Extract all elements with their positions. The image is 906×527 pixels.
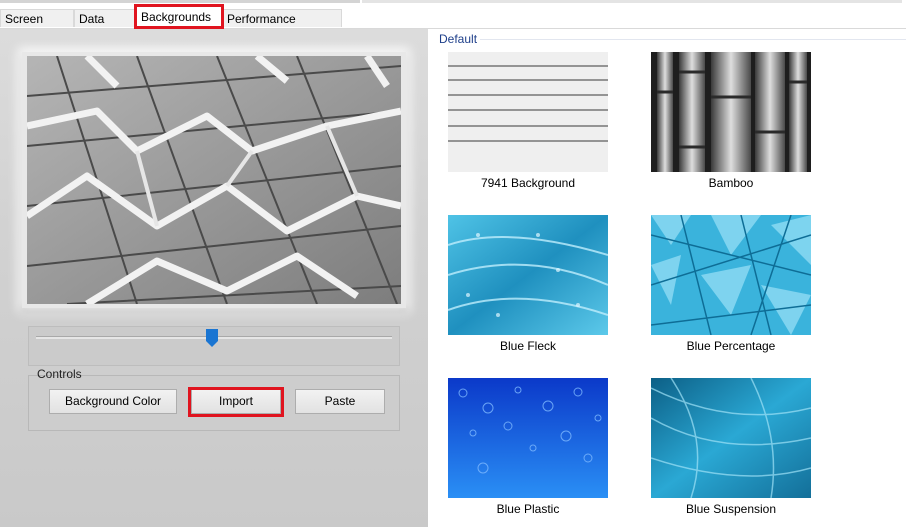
gallery-group-label: Default	[439, 32, 478, 46]
blue-plastic-image	[448, 378, 608, 498]
tab-strip: Screen View Data View Backgrounds Perfor…	[0, 6, 906, 44]
top-strip-segment	[0, 0, 360, 3]
thumbnail-label: Blue Fleck	[499, 339, 557, 353]
bamboo-image	[651, 52, 811, 172]
thumbnail-blue-fleck[interactable]	[448, 215, 608, 335]
thumbnail-label: Bamboo	[708, 176, 754, 190]
thumbnail-label: Blue Percentage	[686, 339, 776, 353]
background-color-button[interactable]: Background Color	[49, 389, 177, 414]
tab-backgrounds[interactable]: Backgrounds	[136, 6, 222, 28]
thumbnail-label: Blue Plastic	[496, 502, 560, 516]
controls-group-label: Controls	[37, 367, 82, 381]
tab-screen-view[interactable]: Screen View	[0, 9, 74, 44]
pavement-image	[27, 56, 401, 304]
blue-fleck-image	[448, 215, 608, 335]
thumbnail-label: Blue Suspension	[685, 502, 777, 516]
thumbnail-label: 7941 Background	[480, 176, 576, 190]
thumbnail-blue-plastic[interactable]	[448, 378, 608, 498]
lines-image	[448, 52, 608, 172]
thumbnail-7941-background[interactable]	[448, 52, 608, 172]
thumbnail-blue-percentage[interactable]	[651, 215, 811, 335]
tab-performance-monitor[interactable]: Performance Monitor	[222, 9, 342, 44]
preview-slider[interactable]	[28, 326, 400, 366]
paste-button[interactable]: Paste	[295, 389, 385, 414]
import-button[interactable]: Import	[191, 389, 281, 414]
blue-percentage-image	[651, 215, 811, 335]
gallery-group-divider	[480, 39, 906, 40]
background-preview-image	[27, 56, 401, 304]
thumbnail-bamboo[interactable]	[651, 52, 811, 172]
blue-suspension-image	[651, 378, 811, 498]
top-strip-segment	[362, 0, 902, 3]
thumbnail-blue-suspension[interactable]	[651, 378, 811, 498]
slider-thumb[interactable]	[206, 329, 218, 347]
tab-data-view[interactable]: Data View	[74, 9, 136, 44]
